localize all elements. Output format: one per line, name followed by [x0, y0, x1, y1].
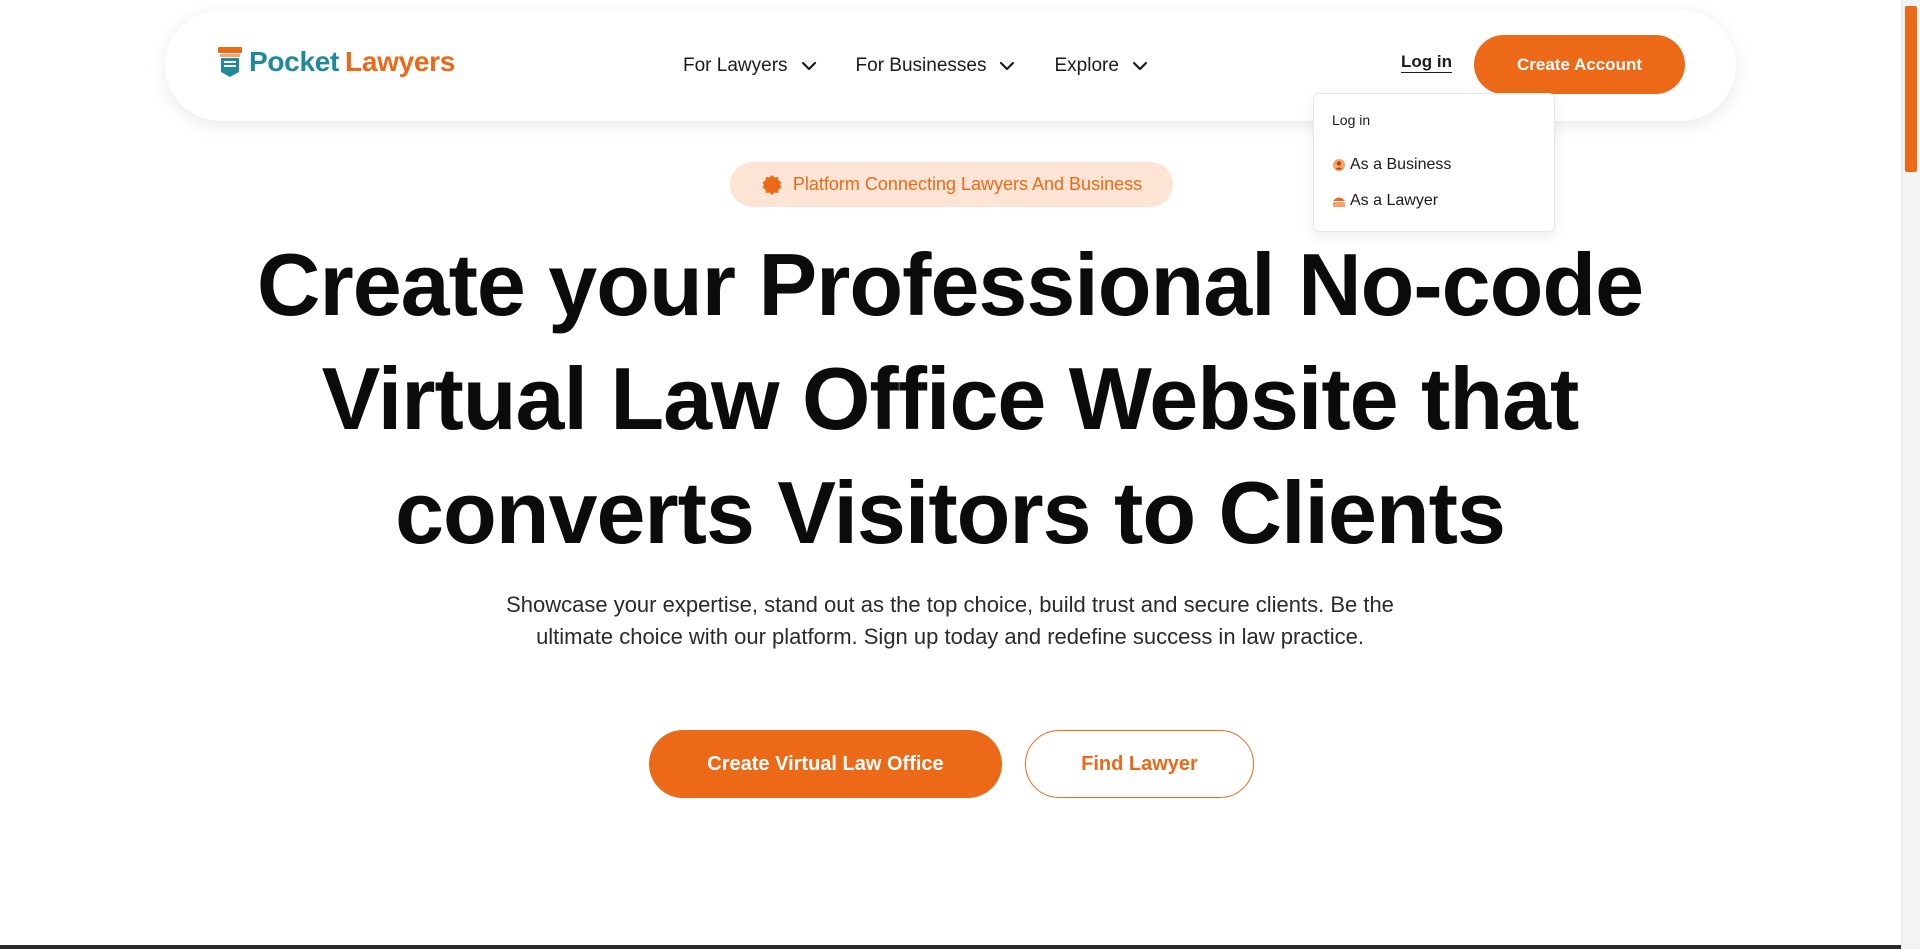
scrollbar-thumb[interactable] [1905, 6, 1917, 172]
create-account-button[interactable]: Create Account [1474, 35, 1685, 94]
hero-title: Create your Professional No-code Virtual… [160, 228, 1740, 570]
login-as-lawyer[interactable]: As a Lawyer [1332, 192, 1438, 210]
login-dropdown-title: Log in [1332, 112, 1371, 128]
logo[interactable]: Pocket Lawyers [217, 46, 455, 78]
find-lawyer-button[interactable]: Find Lawyer [1025, 730, 1254, 798]
chevron-down-icon [1000, 61, 1015, 70]
login-dropdown: Log in As a Business As a Lawyer [1313, 93, 1555, 232]
hero-title-line-1: Create your Professional No-code [256, 235, 1644, 334]
hero-subtitle: Showcase your expertise, stand out as th… [506, 592, 1394, 649]
lawyer-icon [1333, 197, 1345, 207]
bottom-edge-divider [0, 945, 1902, 949]
login-as-business[interactable]: As a Business [1332, 156, 1451, 174]
nav-explore-label: Explore [1054, 54, 1119, 76]
nav-for-businesses-label: For Businesses [855, 54, 987, 76]
logo-word-lawyers: Lawyers [345, 46, 455, 77]
hero-title-line-3: converts Visitors to Clients [395, 463, 1506, 562]
nav-for-lawyers-label: For Lawyers [683, 54, 788, 76]
page: Pocket Lawyers For Lawyers For Businesse… [0, 0, 1920, 949]
logo-word-pocket: Pocket [249, 46, 340, 77]
nav-for-lawyers[interactable]: For Lawyers [683, 55, 818, 77]
login-link[interactable]: Log in [1401, 52, 1452, 72]
login-as-lawyer-label: As a Lawyer [1350, 192, 1439, 209]
nav-explore[interactable]: Explore [1054, 55, 1148, 77]
chevron-down-icon [801, 61, 816, 70]
business-icon [1333, 159, 1345, 171]
hero-badge: Platform Connecting Lawyers And Business [730, 162, 1173, 207]
chevron-down-icon [1132, 61, 1148, 70]
page-scrollbar[interactable] [1901, 0, 1920, 949]
hero-badge-label: Platform Connecting Lawyers And Business [792, 174, 1143, 194]
login-as-business-label: As a Business [1350, 156, 1452, 173]
create-virtual-law-office-button[interactable]: Create Virtual Law Office [649, 730, 1002, 798]
badge-seal-icon [762, 174, 782, 195]
book-stack-icon [218, 47, 242, 77]
nav-for-businesses[interactable]: For Businesses [856, 55, 1017, 77]
hero-title-line-2: Virtual Law Office Website that [321, 349, 1580, 448]
main-nav: For Lawyers For Businesses Explore [683, 10, 1187, 121]
